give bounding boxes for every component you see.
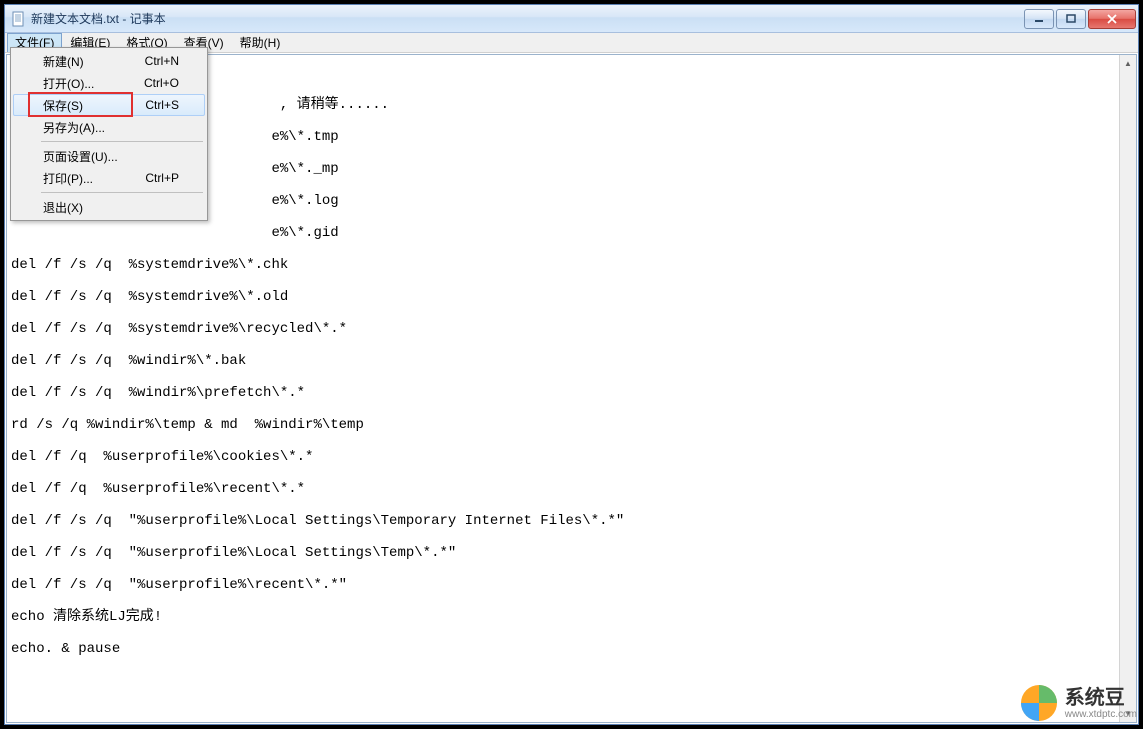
- menu-separator: [41, 192, 203, 193]
- menu-item-shortcut: Ctrl+S: [145, 98, 179, 112]
- menu-item-shortcut: Ctrl+O: [144, 76, 179, 90]
- file-dropdown-menu: 新建(N) Ctrl+N 打开(O)... Ctrl+O 保存(S) Ctrl+…: [10, 47, 208, 221]
- menu-item-shortcut: Ctrl+P: [145, 171, 179, 185]
- menu-item-saveas[interactable]: 另存为(A)...: [13, 116, 205, 138]
- menu-item-exit[interactable]: 退出(X): [13, 196, 205, 218]
- scroll-track[interactable]: [1120, 72, 1136, 705]
- menu-item-pagesetup[interactable]: 页面设置(U)...: [13, 145, 205, 167]
- menu-item-new[interactable]: 新建(N) Ctrl+N: [13, 50, 205, 72]
- menu-item-label: 新建(N): [43, 53, 145, 70]
- menu-item-label: 退出(X): [43, 199, 179, 216]
- titlebar[interactable]: 新建文本文档.txt - 记事本: [5, 5, 1138, 33]
- menu-item-save[interactable]: 保存(S) Ctrl+S: [13, 94, 205, 116]
- maximize-button[interactable]: [1056, 9, 1086, 29]
- menu-item-open[interactable]: 打开(O)... Ctrl+O: [13, 72, 205, 94]
- menu-item-label: 保存(S): [43, 97, 145, 114]
- scroll-up-button[interactable]: ▲: [1120, 55, 1136, 72]
- minimize-button[interactable]: [1024, 9, 1054, 29]
- menu-item-label: 另存为(A)...: [43, 119, 179, 136]
- window-controls: [1024, 9, 1136, 29]
- menu-help[interactable]: 帮助(H): [232, 33, 289, 52]
- close-button[interactable]: [1088, 9, 1136, 29]
- menu-item-label: 打印(P)...: [43, 170, 145, 187]
- window-title: 新建文本文档.txt - 记事本: [31, 10, 1024, 27]
- menu-item-label: 打开(O)...: [43, 75, 144, 92]
- menu-item-shortcut: Ctrl+N: [145, 54, 179, 68]
- menu-separator: [41, 141, 203, 142]
- app-icon: [11, 11, 27, 27]
- scroll-down-button[interactable]: ▼: [1120, 705, 1136, 722]
- vertical-scrollbar[interactable]: ▲ ▼: [1119, 55, 1136, 722]
- menu-item-print[interactable]: 打印(P)... Ctrl+P: [13, 167, 205, 189]
- menu-item-label: 页面设置(U)...: [43, 148, 179, 165]
